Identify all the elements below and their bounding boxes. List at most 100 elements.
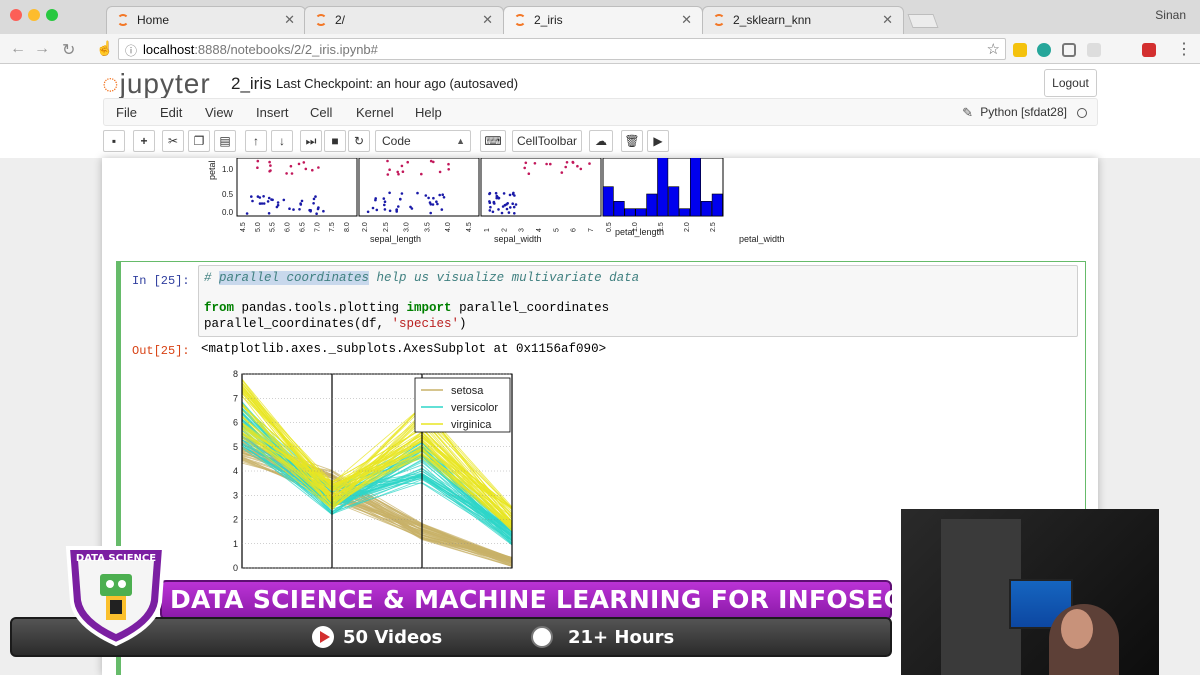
video-button[interactable]: ▶: [647, 130, 669, 152]
scatter-point: [315, 212, 318, 215]
close-window-icon[interactable]: [10, 9, 22, 21]
kernel-name: Python [sfdat28]: [980, 105, 1067, 119]
scatter-point: [416, 191, 419, 195]
close-tab-icon[interactable]: ✕: [284, 12, 295, 28]
scatter-point: [289, 164, 293, 168]
menu-view[interactable]: View: [205, 105, 233, 120]
scatter-point: [508, 193, 512, 197]
browser-tab-home[interactable]: Home ✕: [106, 6, 306, 34]
minimize-window-icon[interactable]: [28, 9, 40, 21]
close-tab-icon[interactable]: ✕: [681, 12, 692, 28]
extension-icon[interactable]: [1087, 43, 1101, 57]
output-prompt: Out[25]:: [132, 344, 190, 358]
scatter-point: [489, 205, 492, 209]
scatter-point: [401, 170, 405, 173]
notebook-name[interactable]: 2_iris: [231, 74, 272, 94]
jupyter-toolbar: ▪ + ✂ ❐ ▤ ↑ ↓ ⏭ ■ ↻ Code ▲ ⌨ CellToolbar …: [0, 130, 1200, 156]
browser-tab-2-iris[interactable]: 2_iris ✕: [503, 6, 703, 34]
move-up-button[interactable]: ↑: [245, 130, 267, 152]
insert-cell-button[interactable]: +: [133, 130, 155, 152]
scatter-point: [386, 159, 389, 163]
string-literal: 'species': [391, 317, 460, 331]
save-button[interactable]: ▪: [103, 130, 125, 152]
menu-help[interactable]: Help: [415, 105, 442, 120]
menu-file[interactable]: File: [116, 105, 137, 120]
tab-label: Home: [137, 13, 170, 27]
call-start: parallel_coordinates(df,: [204, 317, 392, 331]
scatter-point: [292, 208, 295, 211]
copy-button[interactable]: ❐: [188, 130, 210, 152]
import-name: parallel_coordinates: [451, 301, 610, 315]
trash-button[interactable]: 🗑: [621, 130, 643, 152]
close-tab-icon[interactable]: ✕: [882, 12, 893, 28]
interrupt-button[interactable]: ■: [324, 130, 346, 152]
scatter-point: [383, 203, 386, 207]
scatter-point: [388, 168, 391, 171]
extension-icon[interactable]: [1013, 43, 1027, 57]
scatter-point: [312, 197, 316, 201]
menu-kernel[interactable]: Kernel: [356, 105, 394, 120]
command-palette-button[interactable]: ⌨: [480, 130, 506, 152]
scatter-point: [383, 200, 387, 203]
run-cell-button[interactable]: ⏭: [300, 130, 322, 152]
x-tick-label: 6.5: [299, 222, 306, 232]
upload-button[interactable]: ☁: [589, 130, 613, 152]
scatter-point: [388, 209, 392, 213]
scatter-point: [429, 203, 433, 206]
menu-edit[interactable]: Edit: [160, 105, 182, 120]
y-tick-label: 3: [233, 490, 238, 500]
cursor-icon: ☝: [96, 40, 114, 56]
browser-tab-2-sklearn-knn[interactable]: 2_sklearn_knn ✕: [702, 6, 904, 34]
scatter-point: [549, 162, 552, 166]
extension-icon[interactable]: [1037, 43, 1051, 57]
extension-icon[interactable]: [1142, 43, 1156, 57]
scatter-point: [523, 166, 526, 170]
histogram-bars: [602, 158, 723, 217]
jupyter-logo[interactable]: ◌jupyter: [102, 68, 211, 100]
scatter-point: [285, 172, 288, 175]
scatter-point: [397, 205, 400, 208]
scatter-point: [579, 167, 583, 171]
profile-name[interactable]: Sinan: [1155, 8, 1186, 22]
scatter-point: [565, 161, 569, 164]
x-tick-label: 3.5: [424, 222, 431, 232]
forward-icon[interactable]: →: [34, 40, 50, 58]
scatter-point: [300, 199, 304, 203]
new-tab-button[interactable]: [907, 14, 939, 28]
scatter-point: [491, 210, 495, 214]
bookmark-star-icon[interactable]: ☆: [987, 40, 1000, 58]
y-tick: 0.5: [222, 190, 234, 199]
scatter-point: [290, 172, 294, 175]
menu-icon[interactable]: ⋮: [1176, 39, 1192, 59]
x-tick-label: 4.0: [445, 222, 452, 232]
restart-kernel-button[interactable]: ↻: [348, 130, 370, 152]
scatter-point: [502, 192, 506, 195]
x-axis-label-sepal-length: sepal_length: [370, 234, 421, 244]
cut-button[interactable]: ✂: [162, 130, 184, 152]
menu-insert[interactable]: Insert: [256, 105, 289, 120]
move-down-button[interactable]: ↓: [271, 130, 293, 152]
info-icon[interactable]: ⓘ: [125, 42, 137, 59]
reload-icon[interactable]: ↻: [62, 40, 75, 60]
scatter-point: [505, 207, 509, 211]
scatter-point: [268, 160, 271, 164]
scatter-panel-frame: [358, 158, 480, 217]
browser-tab-2[interactable]: 2/ ✕: [304, 6, 504, 34]
scatter-point: [256, 159, 260, 163]
logout-button[interactable]: Logout: [1044, 69, 1097, 97]
screen: Home ✕ 2/ ✕ 2_iris ✕ 2_sklearn_knn ✕ Sin…: [0, 0, 1200, 675]
url-input[interactable]: ⓘ localhost:8888/notebooks/2/2_iris.ipyn…: [118, 38, 1006, 60]
scatter-point: [374, 197, 378, 200]
cell-type-select[interactable]: Code ▲: [375, 130, 471, 152]
code-editor[interactable]: # parallel coordinates help us visualize…: [198, 265, 1078, 337]
paste-button[interactable]: ▤: [214, 130, 236, 152]
close-tab-icon[interactable]: ✕: [482, 12, 493, 28]
menu-cell[interactable]: Cell: [310, 105, 332, 120]
code-line-1: # parallel coordinates help us visualize…: [204, 271, 639, 285]
maximize-window-icon[interactable]: [46, 9, 58, 21]
x-tick-label: 2.0: [684, 222, 691, 232]
scatter-point: [488, 201, 492, 204]
back-icon[interactable]: ←: [10, 40, 26, 58]
cast-icon[interactable]: [1062, 43, 1076, 57]
celltoolbar-button[interactable]: CellToolbar: [512, 130, 582, 152]
